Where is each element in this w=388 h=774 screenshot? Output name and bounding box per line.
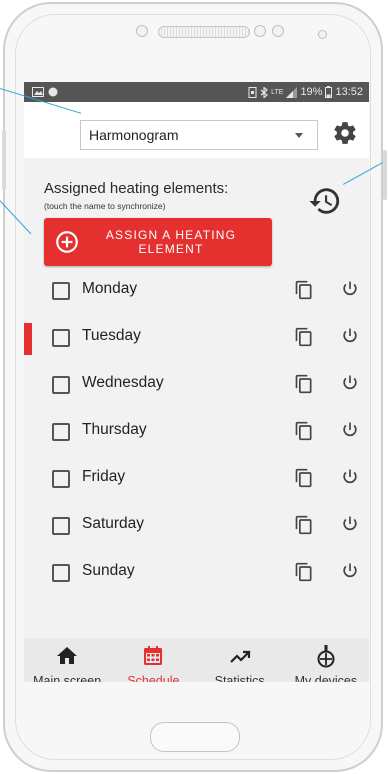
day-row-saturday[interactable]: Saturday <box>24 503 369 550</box>
day-checkbox[interactable] <box>52 423 70 441</box>
day-checkbox[interactable] <box>52 329 70 347</box>
nav-schedule[interactable]: Schedule <box>110 638 196 682</box>
power-icon[interactable] <box>340 467 360 487</box>
power-key <box>383 150 387 200</box>
calendar-icon <box>144 646 163 665</box>
bluetooth-icon <box>260 86 269 98</box>
day-name[interactable]: Friday <box>82 468 125 486</box>
day-checkbox[interactable] <box>52 564 70 582</box>
assigned-elements-title: Assigned heating elements: <box>44 180 229 197</box>
copy-icon[interactable] <box>294 561 314 583</box>
earpiece-speaker <box>158 26 250 38</box>
trend-icon <box>229 650 250 663</box>
assign-heating-element-button[interactable]: ASSIGN A HEATING ELEMENT <box>44 218 272 266</box>
day-name[interactable]: Wednesday <box>82 374 164 392</box>
network-type: LTE <box>271 88 284 96</box>
nav-main-screen[interactable]: Main screen <box>24 638 110 682</box>
dropdown-value: Harmonogram <box>89 127 179 143</box>
settings-gear-icon[interactable] <box>332 120 358 146</box>
power-icon[interactable] <box>340 279 360 299</box>
day-checkbox[interactable] <box>52 282 70 300</box>
power-icon[interactable] <box>340 373 360 393</box>
day-checkbox[interactable] <box>52 376 70 394</box>
chevron-down-icon <box>295 132 303 138</box>
battery-percent: 19% <box>300 86 323 98</box>
nav-label: Main screen <box>33 674 102 682</box>
day-checkbox[interactable] <box>52 470 70 488</box>
assign-button-label: ASSIGN A HEATING ELEMENT <box>80 228 272 256</box>
day-list: Monday Tuesday Wednesday Thursday Friday <box>24 268 369 597</box>
bottom-navigation: Main screen Schedule Statistics My devic… <box>24 638 369 682</box>
home-button[interactable] <box>150 722 240 752</box>
selected-day-marker <box>24 323 32 355</box>
nav-label: My devices <box>294 674 358 682</box>
day-row-sunday[interactable]: Sunday <box>24 550 369 597</box>
assign-button-label-line1: ASSIGN A HEATING <box>105 228 237 242</box>
copy-icon[interactable] <box>294 467 314 489</box>
nav-label: Statistics <box>214 674 265 682</box>
volume-key <box>2 130 6 190</box>
status-bar: LTE 19% 13:52 <box>24 82 369 102</box>
copy-icon[interactable] <box>294 420 314 442</box>
front-camera-icon <box>254 25 266 37</box>
copy-icon[interactable] <box>294 326 314 348</box>
nav-statistics[interactable]: Statistics <box>197 638 283 682</box>
vibrate-icon <box>248 86 257 98</box>
schedule-mode-dropdown[interactable]: Harmonogram <box>80 120 318 150</box>
day-name[interactable]: Sunday <box>82 562 135 580</box>
image-notification-icon <box>32 87 44 97</box>
day-row-thursday[interactable]: Thursday <box>24 409 369 456</box>
proximity-sensor-icon <box>272 25 284 37</box>
nav-my-devices[interactable]: My devices <box>283 638 369 682</box>
day-row-monday[interactable]: Monday <box>24 268 369 315</box>
power-icon[interactable] <box>340 561 360 581</box>
day-row-friday[interactable]: Friday <box>24 456 369 503</box>
nav-label: Schedule <box>127 674 180 682</box>
app-screen: LTE 19% 13:52 Harmonogram Assigned heati… <box>24 82 369 682</box>
day-name[interactable]: Thursday <box>82 421 147 439</box>
day-row-wednesday[interactable]: Wednesday <box>24 362 369 409</box>
signal-icon <box>286 86 298 98</box>
light-sensor-icon <box>318 30 327 39</box>
day-name[interactable]: Tuesday <box>82 327 141 345</box>
assigned-elements-hint: (touch the name to synchronize) <box>44 201 166 211</box>
day-name[interactable]: Saturday <box>82 515 144 533</box>
power-icon[interactable] <box>340 326 360 346</box>
add-circle-icon <box>56 231 78 253</box>
copy-icon[interactable] <box>294 514 314 536</box>
copy-icon[interactable] <box>294 373 314 395</box>
device-icon <box>317 645 335 668</box>
battery-icon <box>325 86 333 98</box>
power-icon[interactable] <box>340 514 360 534</box>
history-icon[interactable] <box>308 184 342 218</box>
app-notification-icon <box>48 87 58 97</box>
power-icon[interactable] <box>340 420 360 440</box>
assign-button-label-line2: ELEMENT <box>138 242 204 256</box>
home-icon <box>57 647 78 664</box>
day-row-tuesday[interactable]: Tuesday <box>24 315 369 362</box>
copy-icon[interactable] <box>294 279 314 301</box>
day-checkbox[interactable] <box>52 517 70 535</box>
front-sensor-icon <box>136 25 148 37</box>
day-name[interactable]: Monday <box>82 280 137 298</box>
clock: 13:52 <box>335 86 363 98</box>
